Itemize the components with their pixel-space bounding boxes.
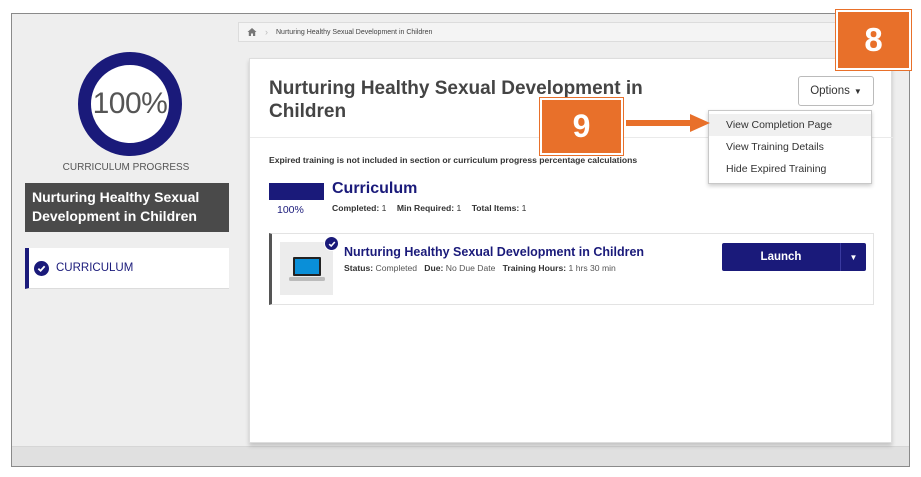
due-value: No Due Date [445, 263, 496, 273]
options-button[interactable]: Options ▼ [798, 76, 874, 106]
status-label: Status: [344, 263, 374, 273]
progress-percent: 100% [92, 87, 168, 120]
step-badge-9: 9 [539, 97, 624, 156]
completed-value: 1 [381, 203, 387, 213]
curriculum-percent: 100% [277, 204, 304, 216]
arrow-right-icon [626, 114, 710, 132]
curriculum-stats: Completed: 1 Min Required: 1 Total Items… [332, 203, 526, 213]
options-label: Options [810, 85, 850, 97]
completed-check-icon [324, 236, 339, 251]
menu-item-view-completion-page[interactable]: View Completion Page [709, 114, 871, 136]
total-items-value: 1 [521, 203, 527, 213]
curriculum-progress-bar [269, 183, 324, 200]
status-value: Completed [375, 263, 418, 273]
options-menu: View Completion Page View Training Detai… [708, 110, 872, 184]
training-title[interactable]: Nurturing Healthy Sexual Development in … [344, 245, 644, 259]
min-required-label: Min Required: [396, 203, 455, 213]
training-item: Nurturing Healthy Sexual Development in … [269, 233, 874, 305]
hours-label: Training Hours: [502, 263, 567, 273]
launch-button[interactable]: Launch ▼ [722, 243, 866, 271]
check-circle-icon [34, 260, 49, 276]
menu-item-view-training-details[interactable]: View Training Details [709, 136, 871, 158]
training-status: Status: Completed Due: No Due Date Train… [344, 263, 616, 273]
progress-label: CURRICULUM PROGRESS [62, 162, 190, 173]
sidebar-item-label: CURRICULUM [56, 262, 134, 274]
home-icon[interactable] [247, 27, 257, 37]
breadcrumb: › Nurturing Healthy Sexual Development i… [238, 22, 886, 42]
breadcrumb-separator: › [265, 27, 268, 37]
expired-training-note: Expired training is not included in sect… [269, 155, 638, 165]
menu-item-hide-expired-training[interactable]: Hide Expired Training [709, 158, 871, 180]
laptop-icon [280, 242, 333, 295]
footer-band [12, 446, 909, 466]
caret-down-icon: ▼ [853, 86, 862, 96]
due-label: Due: [424, 263, 444, 273]
launch-label: Launch [760, 251, 802, 263]
curriculum-progress-ring: 100% [78, 52, 182, 156]
hours-value: 1 hrs 30 min [568, 263, 616, 273]
completed-label: Completed: [332, 203, 380, 213]
launch-dropdown-icon[interactable]: ▼ [840, 243, 866, 271]
step-badge-8: 8 [835, 9, 912, 71]
sidebar-course-title: Nurturing Healthy Sexual Development in … [25, 183, 229, 232]
breadcrumb-current[interactable]: Nurturing Healthy Sexual Development in … [276, 29, 432, 36]
curriculum-title[interactable]: Curriculum [332, 180, 417, 198]
min-required-value: 1 [456, 203, 462, 213]
sidebar-item-curriculum[interactable]: CURRICULUM [25, 248, 229, 289]
total-items-label: Total Items: [471, 203, 520, 213]
